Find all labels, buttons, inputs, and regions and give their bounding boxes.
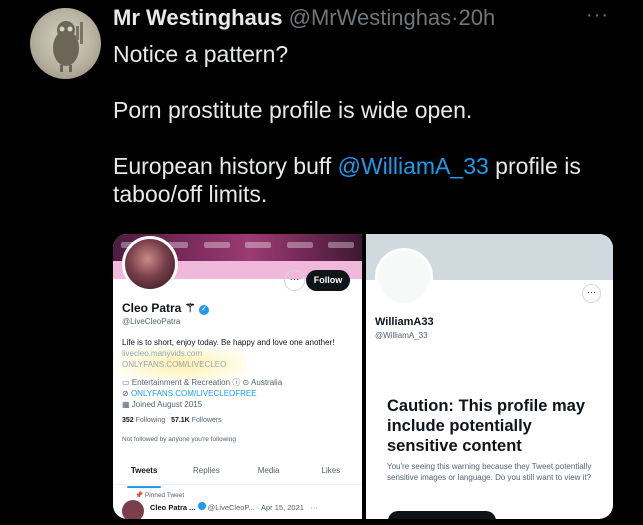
- tab-replies: Replies: [193, 466, 220, 475]
- tweet-line-3: European history buff @WilliamA_33 profi…: [113, 152, 623, 208]
- profile-more-button: ···: [284, 270, 305, 291]
- pin-icon: 📌: [135, 492, 144, 499]
- following-label: Following: [135, 417, 166, 424]
- meta-website-row: ⊘ ONLYFANS.COM/LIVECLEOFREE: [122, 388, 282, 399]
- followers-count: 57.1K: [171, 417, 190, 424]
- tweet-header: Mr Westinghaus @MrWestinghas·20h: [113, 5, 495, 31]
- info-icon: ⓘ: [232, 378, 241, 387]
- author-name[interactable]: Mr Westinghaus: [113, 5, 283, 30]
- meta-joined-row: ▦ Joined August 2015: [122, 399, 282, 410]
- pinned-handle: @LiveCleoP...: [207, 503, 255, 512]
- left-profile-screenshot[interactable]: ··· Follow Cleo Patra ⚚ ✓ @LiveCleoPatra…: [113, 234, 362, 519]
- following-count: 352: [122, 417, 134, 424]
- meta-joined: Joined August 2015: [131, 400, 203, 409]
- tab-likes: Likes: [321, 466, 341, 475]
- meta-location: Australia: [251, 378, 283, 387]
- mention-link[interactable]: @WilliamA_33: [338, 153, 489, 179]
- right-profile-screenshot[interactable]: ··· WilliamA33 @WilliamA_33 Caution: Thi…: [366, 234, 613, 519]
- profile-handle: @WilliamA_33: [375, 331, 428, 340]
- author-avatar[interactable]: [30, 8, 101, 79]
- profile-avatar: [122, 236, 178, 292]
- author-handle[interactable]: @MrWestinghas: [289, 5, 452, 30]
- profile-name: WilliamA33: [375, 316, 434, 328]
- location-icon: ⊙: [242, 378, 250, 387]
- verified-icon: ✓: [198, 305, 209, 315]
- briefcase-icon: ▭: [122, 378, 130, 387]
- tweet-line-2: Porn prostitute profile is wide open.: [113, 97, 473, 123]
- tweet-line-1: Notice a pattern?: [113, 41, 289, 67]
- pinned-name: Cleo Patra ...: [150, 503, 196, 512]
- link-icon: ⊘: [122, 389, 129, 398]
- tweet-media[interactable]: ··· Follow Cleo Patra ⚚ ✓ @LiveCleoPatra…: [113, 234, 613, 519]
- profile-tabs: Tweets Replies Media Likes: [113, 463, 362, 488]
- pinned-more: ···: [310, 503, 318, 512]
- meta-category-row: ▭ Entertainment & Recreation ⓘ ⊙ Austral…: [122, 377, 282, 388]
- bio-link-2: ONLYFANS.COM/LIVECLEO: [122, 360, 227, 369]
- profile-bio: Life is to short, enjoy today. Be happy …: [122, 337, 334, 370]
- pinned-date: · Apr 15, 2021: [256, 503, 304, 512]
- follow-button: Follow: [306, 270, 350, 291]
- profile-more-button: ···: [582, 284, 601, 303]
- caduceus-icon: ⚚: [184, 301, 196, 315]
- pinned-verified-icon: [197, 502, 206, 510]
- profile-avatar: [375, 248, 433, 306]
- follow-counts: 352 Following 57.1K Followers: [122, 417, 222, 424]
- pinned-text: Pinned Tweet: [144, 492, 185, 499]
- tab-media: Media: [257, 466, 280, 475]
- separator: ·: [451, 5, 459, 30]
- profile-name: Cleo Patra ⚚ ✓: [122, 301, 209, 315]
- followers-label: Followers: [191, 417, 222, 424]
- tab-tweets: Tweets: [113, 463, 175, 488]
- pinned-label: 📌 Pinned Tweet: [135, 491, 184, 499]
- profile-name-text: Cleo Patra: [122, 301, 182, 315]
- profile-meta: ▭ Entertainment & Recreation ⓘ ⊙ Austral…: [122, 377, 282, 410]
- pinned-tweet-header: Cleo Patra ... @LiveCleoP... · Apr 15, 2…: [150, 502, 318, 512]
- tweet-line-3-start: European history buff: [113, 153, 338, 179]
- calendar-icon: ▦: [122, 400, 130, 409]
- tweet-text: Notice a pattern? Porn prostitute profil…: [113, 40, 623, 208]
- pinned-avatar: [122, 500, 144, 519]
- meta-website: ONLYFANS.COM/LIVECLEOFREE: [130, 389, 257, 398]
- caution-body: You're seeing this warning because they …: [387, 462, 592, 482]
- caution-title: Caution: This profile may include potent…: [387, 397, 586, 455]
- tweet-more-button[interactable]: ···: [586, 4, 609, 27]
- meta-category: Entertainment & Recreation: [131, 378, 231, 387]
- profile-handle: @LiveCleoPatra: [122, 317, 181, 326]
- tweet-time[interactable]: 20h: [459, 5, 496, 30]
- owl-coin-icon: [53, 21, 83, 72]
- view-profile-button: [388, 511, 496, 519]
- not-followed-note: Not followed by anyone you're following: [122, 436, 236, 443]
- bio-text: Life is to short, enjoy today. Be happy …: [122, 338, 335, 347]
- bio-link-1: livecleo.manyvids.com: [122, 349, 203, 358]
